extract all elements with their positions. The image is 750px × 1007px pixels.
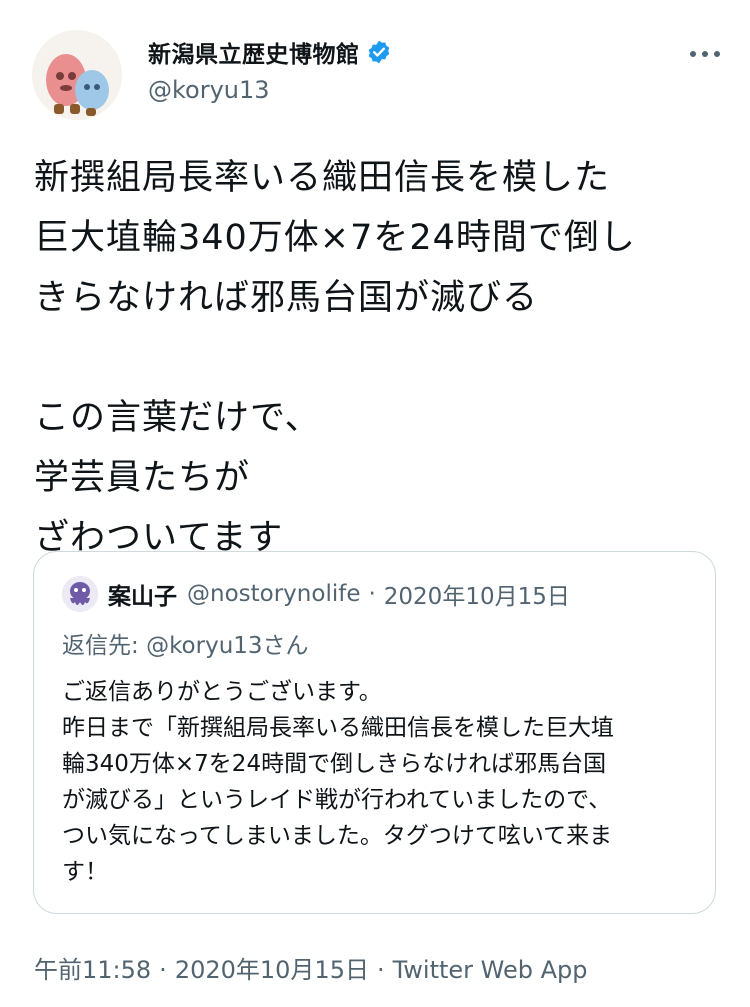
quoted-separator: · (368, 581, 376, 607)
quoted-tweet-text: ご返信ありがとうございます。 昨日まで「新撰組局長率いる織田信長を模した巨大埴 … (62, 679, 614, 885)
quoted-author-avatar[interactable] (62, 576, 98, 612)
tweet-text: 新撰組局長率いる織田信長を模した 巨大埴輪340万体×7を24時間で倒し きらな… (34, 158, 636, 558)
quoted-reply-context: 返信先: @koryu13さん (62, 626, 309, 660)
reply-mention-link[interactable]: @koryu13さん (146, 633, 308, 659)
quoted-author-name[interactable]: 案山子 (108, 577, 177, 611)
meta-separator: · (376, 956, 385, 984)
tweet-source-link[interactable]: Twitter Web App (393, 956, 588, 984)
quoted-tweet-header: 案山子 @nostorynolife · 2020年10月15日 (62, 576, 570, 612)
tweet-meta: 午前11:58 · 2020年10月15日 · Twitter Web App (34, 950, 588, 985)
tweet-time[interactable]: 午前11:58 (34, 956, 151, 984)
reply-label: 返信先: (62, 633, 147, 659)
author-name[interactable]: 新潟県立歴史博物館 (148, 35, 360, 69)
meta-separator: · (159, 956, 167, 984)
author-avatar[interactable] (32, 30, 122, 120)
quoted-date[interactable]: 2020年10月15日 (384, 577, 570, 611)
more-dots-icon[interactable] (688, 40, 722, 60)
quoted-author-handle[interactable]: @nostorynolife (187, 581, 360, 607)
haniwa-mascot-icon (32, 30, 122, 120)
quoted-tweet[interactable]: 案山子 @nostorynolife · 2020年10月15日 返信先: @k… (33, 551, 716, 914)
octopus-avatar-icon (62, 576, 98, 612)
tweet-date[interactable]: 2020年10月15日 (175, 956, 369, 984)
author-block[interactable]: 新潟県立歴史博物館 @koryu13 (148, 34, 392, 104)
verified-badge-icon (368, 40, 389, 64)
author-handle[interactable]: @koryu13 (148, 76, 392, 104)
